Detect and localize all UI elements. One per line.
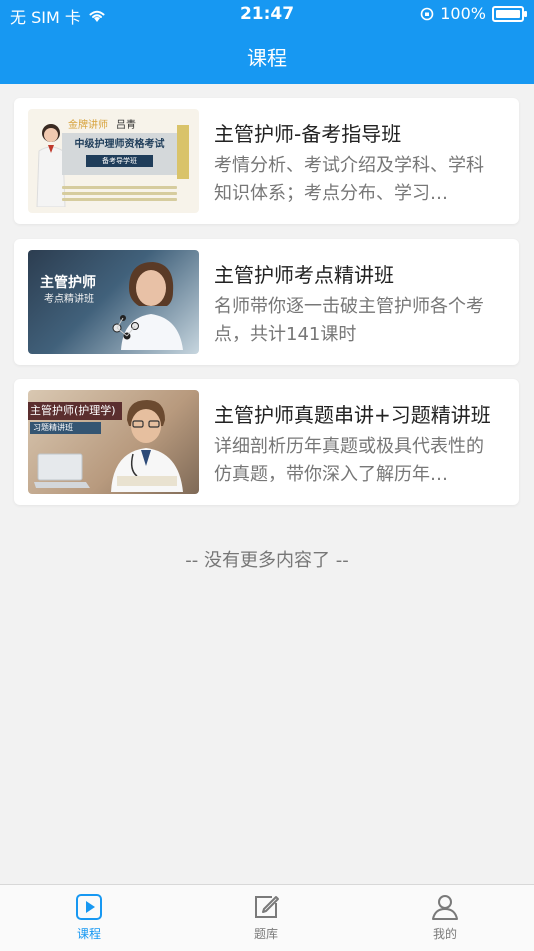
course-desc: 考情分析、考试介绍及学科、学科知识体系；考点分布、学习…: [214, 155, 484, 204]
thumb-sub: 考点精讲班: [44, 294, 94, 305]
course-thumbnail: 主管护师(护理学) 习题精讲班: [28, 390, 199, 494]
course-card[interactable]: 主管护师 考点精讲班 主管护师考点精讲班 名师带你逐一击破主管护师各个考点，共计…: [14, 239, 519, 365]
thumb-tag: 金牌讲师: [68, 120, 108, 131]
course-card[interactable]: 主管护师(护理学) 习题精讲班 主管护师真题串讲+习题精讲班 详细剖析历年真题或…: [14, 379, 519, 505]
battery-level: [496, 9, 520, 18]
course-title: 主管护师考点精讲班: [214, 263, 394, 287]
tab-label: 我的: [432, 927, 457, 941]
user-icon: [432, 895, 458, 920]
doctor-illustration: [112, 262, 183, 350]
course-thumbnail: 金牌讲师 吕青 中级护理师资格考试 备考导学班: [28, 109, 199, 213]
course-desc: 名师带你逐一击破主管护师各个考点，共计141课时: [214, 296, 484, 345]
course-thumbnail: 主管护师 考点精讲班: [28, 250, 199, 354]
thumb-exam-title: 中级护理师资格考试: [74, 139, 165, 150]
thumb-text-lines: [62, 183, 177, 205]
laptop-illustration: [34, 453, 90, 488]
list-end-indicator: -- 没有更多内容了 --: [185, 550, 349, 571]
tab-label: 题库: [253, 927, 278, 941]
status-bar: 无 SIM 卡 21:47 100%: [0, 0, 534, 28]
top-header: 无 SIM 卡 21:47 100% 课程: [0, 0, 534, 84]
tab-label: 课程: [76, 927, 101, 941]
tab-question-bank[interactable]: 题库: [226, 893, 306, 942]
course-title: 主管护师-备考指导班: [214, 122, 402, 146]
doctor-illustration: [111, 400, 183, 492]
tab-mine[interactable]: 我的: [405, 893, 485, 942]
thumb-title: 主管护师: [40, 275, 96, 291]
course-card[interactable]: 金牌讲师 吕青 中级护理师资格考试 备考导学班 主管护师-备考指导班 考情分析、…: [14, 98, 519, 224]
play-icon: [76, 894, 102, 920]
thumb-exam-sub: 备考导学班: [86, 155, 153, 167]
edit-icon: [255, 896, 279, 918]
battery-percent: 100%: [440, 4, 486, 23]
bottom-tab-bar: 课程 题库 我的: [0, 884, 534, 951]
course-title: 主管护师真题串讲+习题精讲班: [214, 403, 491, 427]
course-desc: 详细剖析历年真题或极具代表性的仿真题，带你深入了解历年…: [214, 436, 484, 485]
thumb-name: 吕青: [116, 120, 136, 131]
thumb-ribbon: [177, 125, 189, 179]
thumb-sub: 习题精讲班: [30, 422, 101, 434]
tab-courses[interactable]: 课程: [49, 893, 129, 942]
page-title: 课程: [247, 46, 287, 70]
rotation-lock-icon: [420, 7, 434, 20]
battery-icon: [492, 5, 527, 22]
